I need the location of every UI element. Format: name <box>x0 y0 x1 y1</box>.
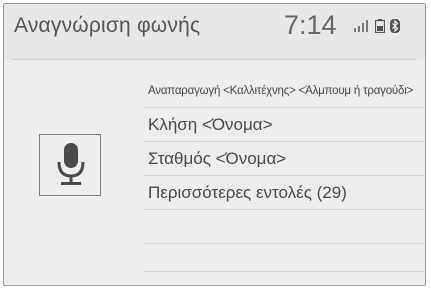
microphone-button[interactable] <box>39 134 101 196</box>
list-separator <box>144 175 425 176</box>
status-icons <box>354 19 400 33</box>
list-separator <box>144 271 425 272</box>
command-call-name[interactable]: Κλήση <Όνομα> <box>144 108 425 142</box>
phone-battery-icon <box>375 19 385 33</box>
header-bar: Αναγνώριση φωνής 7:14 <box>4 4 425 59</box>
clock: 7:14 <box>284 10 337 40</box>
command-list: Αναπαραγωγή <Καλλιτέχνης> <Άλμπουμ ή τρα… <box>144 74 425 210</box>
header-divider <box>12 59 417 60</box>
command-play-artist-album[interactable]: Αναπαραγωγή <Καλλιτέχνης> <Άλμπουμ ή τρα… <box>144 74 425 108</box>
voice-recognition-screen: Αναγνώριση φωνής 7:14 Αναπαραγωγή <Καλλι… <box>3 3 426 286</box>
list-separator <box>144 107 425 108</box>
command-station-name[interactable]: Σταθμός <Όνομα> <box>144 142 425 176</box>
list-separator <box>144 141 425 142</box>
bluetooth-icon <box>390 19 400 33</box>
list-separator <box>144 243 425 244</box>
command-more-commands[interactable]: Περισσότερες εντολές (29) <box>144 176 425 210</box>
microphone-icon <box>57 143 85 185</box>
signal-bars-icon <box>354 20 370 32</box>
screen-title: Αναγνώριση φωνής <box>14 14 201 37</box>
list-separator <box>144 209 425 210</box>
